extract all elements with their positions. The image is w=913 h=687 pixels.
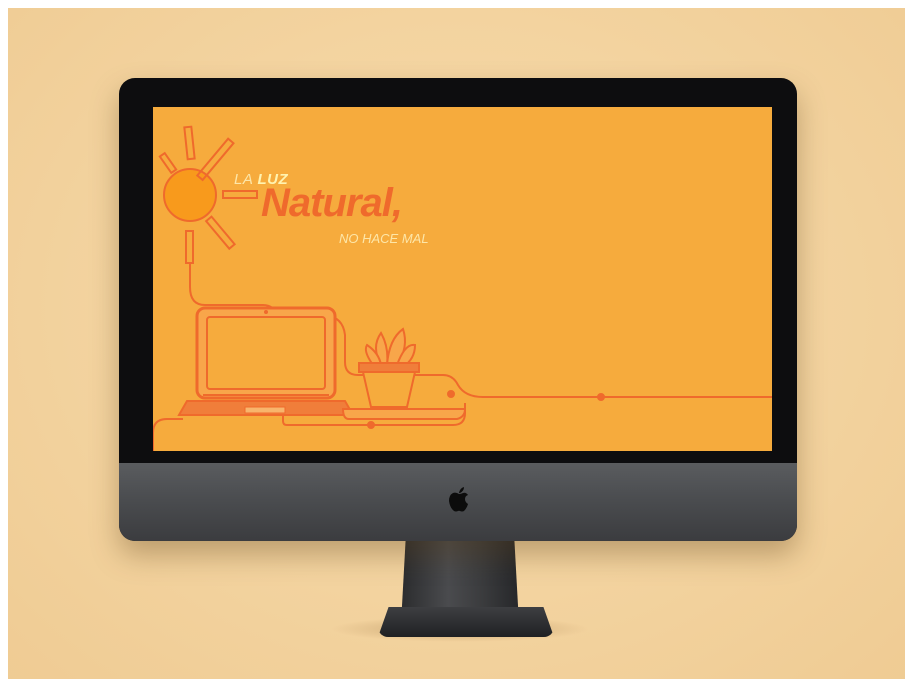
apple-logo-icon [449, 487, 468, 512]
monitor: LA LUZ Natural, NO HACE MAL [119, 78, 797, 541]
sun-icon [158, 125, 258, 264]
monitor-stand-base [378, 607, 554, 637]
monitor-screen: LA LUZ Natural, NO HACE MAL [153, 107, 772, 451]
shelf [341, 408, 467, 420]
laptop-icon [177, 306, 355, 416]
headline-main: Natural, [261, 181, 403, 225]
mockup-scene: LA LUZ Natural, NO HACE MAL [0, 0, 913, 687]
headline-tagline: NO HACE MAL [339, 231, 429, 246]
plant-pot-icon [358, 327, 420, 408]
wallpaper-illustration [153, 125, 772, 451]
